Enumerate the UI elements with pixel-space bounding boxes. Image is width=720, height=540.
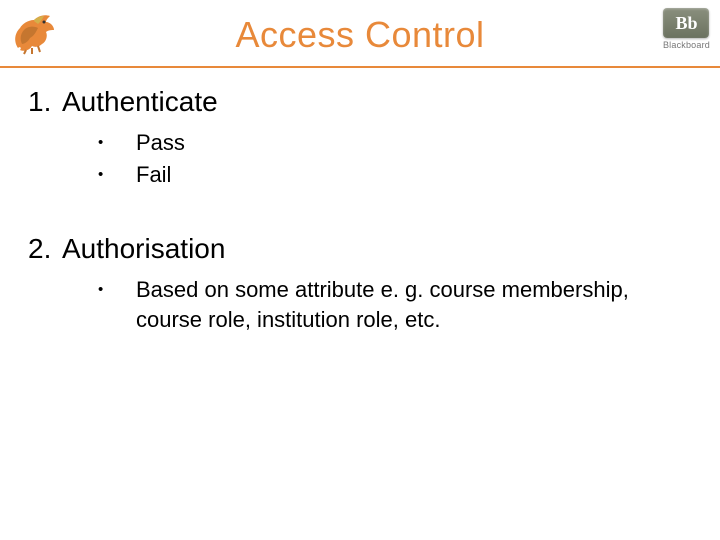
- slide-header: Access Control Bb Blackboard: [0, 0, 720, 68]
- sublist-item: • Pass: [98, 128, 692, 158]
- sublist-text: Pass: [136, 128, 692, 158]
- blackboard-box-icon: Bb: [663, 8, 709, 38]
- sublist-item: • Based on some attribute e. g. course m…: [98, 275, 692, 334]
- sublist-text: Fail: [136, 160, 692, 190]
- list-number: 1.: [28, 86, 62, 118]
- blackboard-logo: Bb Blackboard: [663, 8, 710, 50]
- blackboard-label: Blackboard: [663, 40, 710, 50]
- sublist: • Based on some attribute e. g. course m…: [28, 275, 692, 334]
- list-title: Authenticate: [62, 86, 218, 117]
- bullet-icon: •: [98, 128, 136, 153]
- list-title: Authorisation: [62, 233, 225, 264]
- list-item-heading: 1.Authenticate: [28, 86, 692, 118]
- sublist-item: • Fail: [98, 160, 692, 190]
- bullet-icon: •: [98, 160, 136, 185]
- sublist-text: Based on some attribute e. g. course mem…: [136, 275, 692, 334]
- list-item: 1.Authenticate • Pass • Fail: [28, 86, 692, 189]
- list-item: 2.Authorisation • Based on some attribut…: [28, 233, 692, 334]
- sublist: • Pass • Fail: [28, 128, 692, 189]
- list-item-heading: 2.Authorisation: [28, 233, 692, 265]
- slide-content: 1.Authenticate • Pass • Fail 2.Authorisa…: [0, 68, 720, 335]
- list-number: 2.: [28, 233, 62, 265]
- bullet-icon: •: [98, 275, 136, 300]
- blackboard-bb-text: Bb: [675, 13, 697, 34]
- slide-title: Access Control: [0, 14, 720, 56]
